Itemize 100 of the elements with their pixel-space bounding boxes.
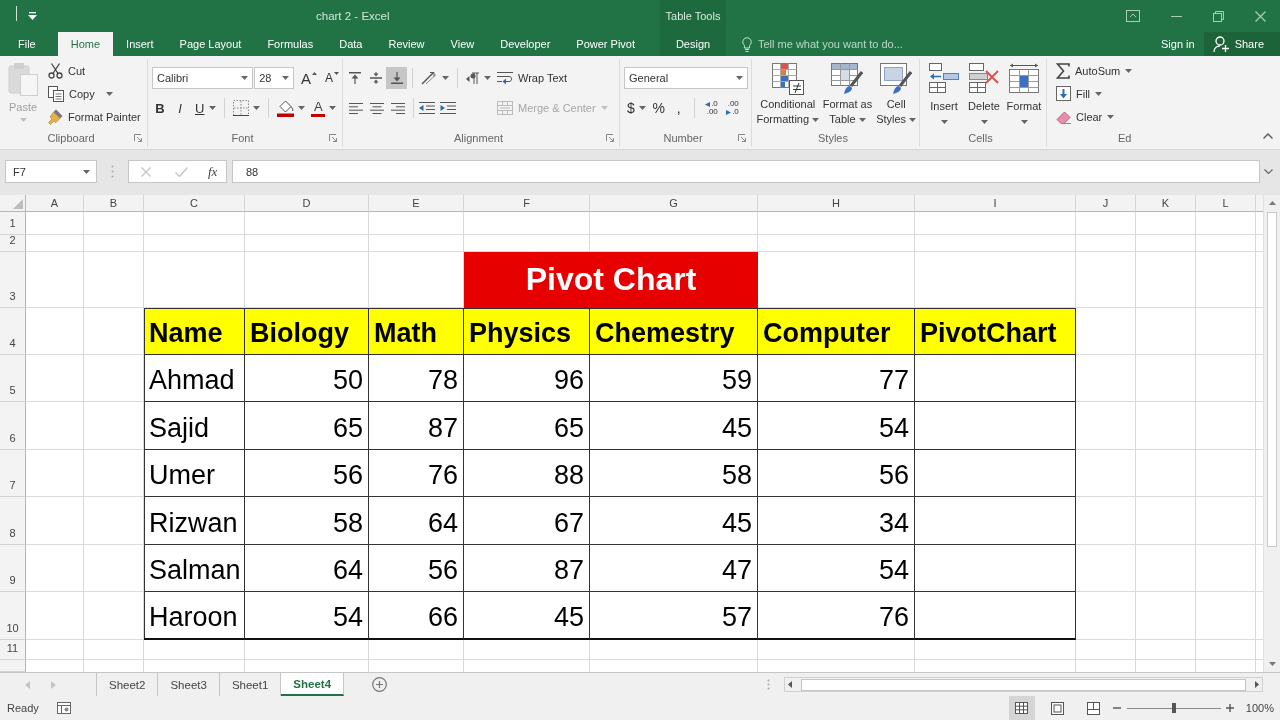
grow-font-button[interactable]: A: [299, 67, 319, 89]
column-header[interactable]: J: [1076, 195, 1136, 212]
dialog-launcher-icon[interactable]: [134, 134, 142, 142]
scrollbar-thumb[interactable]: [801, 678, 1246, 691]
vertical-scrollbar[interactable]: [1263, 195, 1280, 672]
ribbon-tab[interactable]: Design: [662, 32, 724, 56]
ribbon-tab[interactable]: Review: [375, 32, 438, 56]
insert-function-button[interactable]: fx: [208, 163, 218, 180]
dialog-launcher-icon[interactable]: [738, 134, 746, 142]
tell-me-field[interactable]: Tell me what you want to do...: [758, 38, 943, 50]
copy-button[interactable]: Copy: [46, 82, 143, 105]
column-header[interactable]: B: [84, 195, 144, 212]
scrollbar-thumb[interactable]: [1267, 212, 1277, 547]
column-header[interactable]: K: [1136, 195, 1196, 212]
number-format-button[interactable]: ,: [668, 97, 689, 119]
clear-button[interactable]: Clear: [1054, 105, 1135, 128]
collapse-ribbon-icon[interactable]: [1263, 133, 1273, 139]
normal-view-button[interactable]: [1008, 696, 1035, 720]
row-header[interactable]: 8: [0, 497, 26, 545]
font-color-button[interactable]: A: [308, 97, 340, 119]
ribbon-tab[interactable]: View: [437, 32, 488, 56]
row-header[interactable]: 5: [0, 355, 26, 402]
cut-button[interactable]: Cut: [46, 59, 143, 82]
row-header[interactable]: 6: [0, 402, 26, 450]
ribbon-tab[interactable]: Developer: [487, 32, 564, 56]
row-header[interactable]: 9: [0, 545, 26, 592]
restore-icon[interactable]: [1213, 10, 1224, 22]
scroll-down-icon[interactable]: [1268, 662, 1276, 666]
delete-cells-button[interactable]: Delete: [964, 59, 1004, 129]
expand-icon[interactable]: [1264, 169, 1273, 174]
font-name-field[interactable]: Calibri: [152, 67, 254, 89]
add-sheet-icon[interactable]: [372, 677, 388, 692]
row-header[interactable]: 4: [0, 308, 26, 355]
ribbon-display-icon[interactable]: [1126, 10, 1140, 22]
sign-in-link[interactable]: Sign in: [1161, 38, 1195, 50]
increase-decimal-button[interactable]: .0 .00: [699, 97, 718, 119]
italic-button[interactable]: I: [170, 97, 190, 119]
conditional-formatting-button[interactable]: Conditional Formatting: [754, 59, 822, 129]
cell-styles-button[interactable]: Cell Styles: [873, 59, 919, 129]
cell-grid[interactable]: [0, 195, 1263, 672]
name-box[interactable]: F7: [5, 160, 97, 183]
check-icon[interactable]: [175, 166, 188, 177]
insert-cells-button[interactable]: Insert: [924, 59, 964, 129]
column-header[interactable]: G: [590, 195, 758, 212]
bold-button[interactable]: B: [150, 97, 170, 119]
ribbon-tab[interactable]: Data: [326, 32, 376, 56]
zoom-in-icon[interactable]: [1225, 704, 1234, 712]
column-header[interactable]: E: [369, 195, 464, 212]
ribbon-tab[interactable]: Power Pivot: [563, 32, 649, 56]
scroll-right-icon[interactable]: [1255, 681, 1259, 688]
ribbon-tab[interactable]: Insert: [113, 32, 167, 56]
slider-thumb[interactable]: [1171, 703, 1176, 713]
column-header[interactable]: L: [1196, 195, 1256, 212]
column-header[interactable]: D: [245, 195, 369, 212]
vertical-align-button[interactable]: [386, 67, 407, 89]
format-painter-button[interactable]: Format Painter: [46, 105, 143, 128]
row-header[interactable]: 2: [0, 235, 26, 252]
column-header[interactable]: H: [758, 195, 915, 212]
shrink-font-button[interactable]: A: [322, 67, 342, 89]
format-as-table-button[interactable]: Format as Table: [821, 59, 874, 129]
font-size-field[interactable]: 28: [254, 67, 294, 89]
row-header[interactable]: 7: [0, 450, 26, 497]
ribbon-tab[interactable]: Page Layout: [166, 32, 255, 56]
customize-menu-icon[interactable]: [28, 12, 37, 20]
table-cell: 65: [245, 402, 369, 450]
close-icon[interactable]: [1255, 10, 1266, 22]
formula-input[interactable]: 88: [232, 160, 1260, 183]
column-header[interactable]: A: [26, 195, 84, 212]
wrap-text-button[interactable]: Wrap Text: [494, 67, 611, 89]
share-button[interactable]: Share: [1203, 32, 1280, 56]
column-header[interactable]: F: [464, 195, 590, 212]
fill-down-icon: [1056, 86, 1071, 101]
row-header[interactable]: 3: [0, 252, 26, 308]
underline-button[interactable]: U: [190, 97, 220, 119]
number-format-button[interactable]: %: [648, 97, 669, 119]
increase-indent-icon[interactable]: [440, 102, 456, 114]
dialog-launcher-icon[interactable]: [329, 134, 337, 142]
horizontal-scrollbar[interactable]: [784, 677, 1263, 692]
ribbon-tab[interactable]: File: [5, 32, 49, 56]
number-format-button[interactable]: $: [624, 97, 649, 119]
decrease-decimal-button[interactable]: .00 .0: [720, 97, 739, 119]
minimize-icon[interactable]: [1171, 15, 1182, 17]
macro-record-icon[interactable]: [56, 702, 71, 714]
row-header[interactable]: 1: [0, 212, 26, 235]
format-cells-button[interactable]: Format: [1004, 59, 1044, 129]
row-header[interactable]: 10: [0, 592, 26, 640]
decrease-indent-icon[interactable]: [419, 102, 435, 114]
scroll-up-icon[interactable]: [1268, 201, 1276, 205]
ribbon-tab[interactable]: Home: [57, 32, 114, 56]
column-header[interactable]: C: [144, 195, 245, 212]
scroll-left-icon[interactable]: [788, 681, 792, 688]
dialog-launcher-icon[interactable]: [606, 134, 614, 142]
row-header[interactable]: 11: [0, 640, 26, 660]
column-header[interactable]: I: [915, 195, 1076, 212]
conditional-format-icon: [771, 63, 804, 95]
sheet-tab[interactable]: Sheet4: [281, 673, 345, 696]
ribbon-tab[interactable]: Formulas: [254, 32, 327, 56]
number-format-field[interactable]: General: [624, 67, 748, 89]
autosum-button[interactable]: AutoSum: [1054, 59, 1135, 82]
fill-button[interactable]: Fill: [1054, 82, 1135, 105]
